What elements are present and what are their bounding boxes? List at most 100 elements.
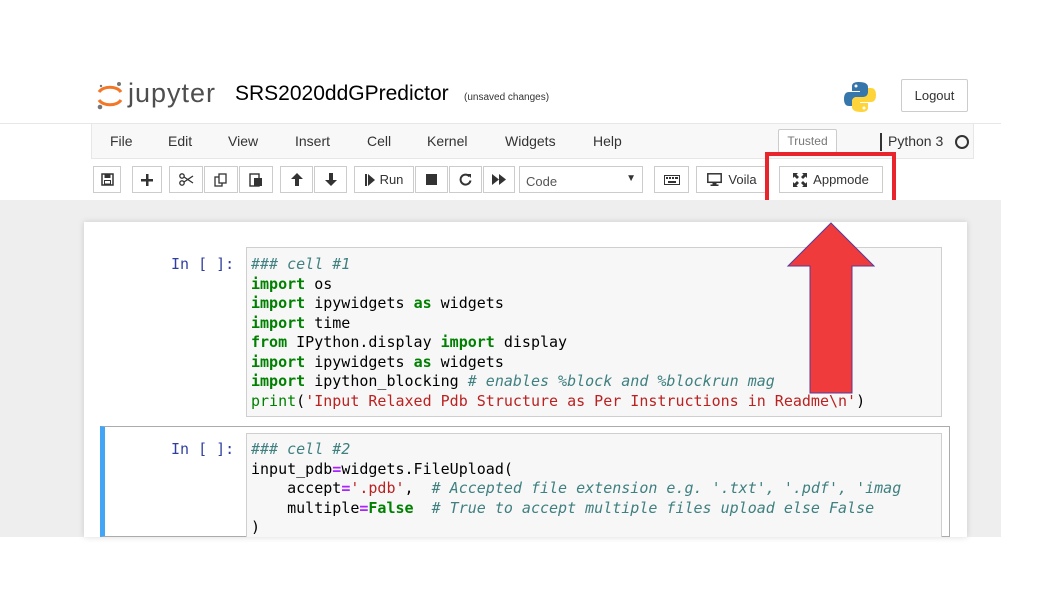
menu-cell[interactable]: Cell (367, 133, 391, 149)
cut-icon (178, 173, 193, 186)
voila-button[interactable]: Voila (696, 166, 768, 193)
code-token: input_pdb (251, 459, 333, 478)
code-token: time (305, 313, 351, 332)
code-token: widgets (431, 294, 504, 312)
copy-button[interactable] (204, 166, 238, 193)
red-arrow-annotation (786, 222, 876, 394)
appmode-highlight-box (765, 152, 896, 206)
code-token: ### cell #1 (251, 255, 351, 273)
keyboard-icon (663, 174, 680, 185)
code-token: as (413, 352, 432, 371)
code-line: import ipywidgets as widgets (251, 294, 504, 312)
arrow-up-icon (290, 173, 303, 186)
plus-icon (141, 173, 153, 186)
code-token: ( (296, 391, 306, 410)
code-token: # True to accept multiple files upload e… (431, 498, 875, 517)
chevron-down-icon: ▼ (626, 173, 636, 184)
restart-icon (459, 173, 472, 186)
code-token: import (251, 294, 306, 312)
step-forward-icon (364, 173, 375, 186)
code-token: display (494, 333, 568, 351)
trusted-indicator[interactable]: Trusted (778, 129, 837, 153)
code-token: ipython_blocking (305, 372, 468, 390)
code-token: '.pdb' (350, 479, 405, 497)
code-line: from IPython.display import display (251, 333, 567, 351)
menu-insert[interactable]: Insert (295, 133, 330, 149)
copy-icon (214, 172, 227, 187)
move-up-button[interactable] (280, 166, 313, 193)
kernel-status-icon (955, 135, 969, 149)
cut-button[interactable] (169, 166, 203, 193)
code-token: # enables %block and %blockrun mag (467, 372, 775, 390)
run-button[interactable]: Run (354, 166, 414, 193)
code-line: import os (251, 275, 332, 293)
code-line: input_pdb=widgets.FileUpload( (251, 460, 513, 478)
code-line: import time (251, 314, 350, 332)
code-token: , (404, 479, 432, 497)
code-line: import ipywidgets as widgets (251, 353, 504, 371)
code-token: os (305, 274, 333, 293)
menu-help[interactable]: Help (593, 133, 622, 149)
save-icon (100, 173, 114, 186)
code-line: ) (251, 518, 260, 536)
jupyter-logo-text: jupyter (128, 78, 217, 108)
insert-cell-button[interactable] (132, 166, 162, 193)
restart-button[interactable] (449, 166, 482, 193)
code-line: ### cell #2 (251, 440, 350, 458)
menu-edit[interactable]: Edit (168, 133, 192, 149)
code-token: import (251, 313, 306, 332)
code-token: import (251, 274, 306, 293)
cell-1-prompt: In [ ]: (171, 255, 235, 273)
menu-widgets[interactable]: Widgets (505, 133, 556, 149)
save-button[interactable] (93, 166, 121, 193)
code-token: accept (251, 479, 342, 497)
paste-icon (249, 172, 262, 187)
menu-view[interactable]: View (228, 133, 258, 149)
command-palette-button[interactable] (654, 166, 689, 193)
code-token: = (332, 459, 342, 478)
interrupt-button[interactable] (415, 166, 448, 193)
code-token: ) (251, 518, 261, 536)
code-line: print('Input Relaxed Pdb Structure as Pe… (251, 392, 865, 410)
code-line: multiple=False # True to accept multiple… (251, 499, 874, 517)
fast-forward-icon (492, 174, 506, 185)
menu-file[interactable]: File (110, 133, 133, 149)
code-token: widgets (431, 352, 504, 371)
code-token: ) (856, 391, 866, 410)
paste-button[interactable] (239, 166, 273, 193)
python-logo-icon (844, 82, 876, 112)
code-token: from (251, 333, 288, 351)
jupyter-logo-icon[interactable] (95, 80, 125, 112)
code-token: as (413, 294, 432, 312)
code-token: multiple (251, 498, 360, 517)
code-token: import (251, 372, 306, 390)
code-token: widgets.FileUpload( (341, 459, 513, 478)
logout-button[interactable]: Logout (901, 79, 968, 112)
move-down-button[interactable] (314, 166, 347, 193)
code-token: 'Input Relaxed Pdb Structure as Per Inst… (305, 391, 857, 410)
code-line: accept='.pdb', # Accepted file extension… (251, 479, 901, 497)
run-all-button[interactable] (483, 166, 515, 193)
kernel-name: Python 3 (880, 133, 943, 151)
code-token: ### cell #2 (251, 440, 351, 458)
code-token: = (341, 479, 351, 497)
code-token: IPython.display (287, 333, 441, 351)
code-line: ### cell #1 (251, 255, 350, 273)
code-token: # Accepted file extension e.g. '.txt', '… (431, 479, 902, 497)
code-token: ipywidgets (305, 352, 414, 371)
desktop-icon (707, 173, 723, 186)
code-token: False (368, 498, 414, 517)
save-status: (unsaved changes) (464, 92, 550, 103)
code-token: import (251, 352, 306, 371)
code-token: import (440, 333, 495, 351)
code-token: ipywidgets (305, 294, 414, 312)
cell-type-value: Code (526, 174, 558, 189)
code-line: import ipython_blocking # enables %block… (251, 372, 775, 390)
cell-type-select[interactable]: Code ▼ (519, 166, 643, 193)
cell-2-prompt: In [ ]: (171, 440, 235, 458)
notebook-title[interactable]: SRS2020ddGPredictor (235, 82, 449, 106)
arrow-down-icon (324, 173, 337, 186)
menu-kernel[interactable]: Kernel (427, 133, 467, 149)
code-token: print (251, 391, 297, 410)
